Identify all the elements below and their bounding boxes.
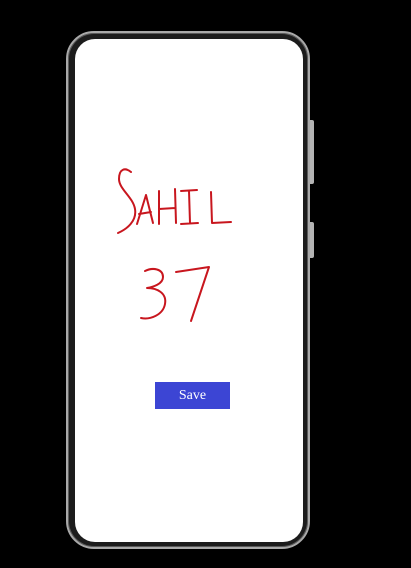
stroke-letter-h xyxy=(158,188,177,225)
stroke-letter-i xyxy=(180,189,199,225)
handwriting-37 xyxy=(140,266,210,322)
volume-button xyxy=(310,120,314,184)
handwritten-drawing xyxy=(117,168,232,322)
drawing-canvas[interactable] xyxy=(75,39,303,542)
stroke-letter-s xyxy=(117,168,137,234)
stroke-digit-3 xyxy=(140,268,167,320)
stroke-letter-a xyxy=(136,194,154,225)
stroke-letter-l xyxy=(210,191,232,224)
phone-screen: Save xyxy=(75,39,303,542)
stroke-digit-7 xyxy=(175,266,210,322)
power-button xyxy=(310,222,314,258)
handwriting-sahil xyxy=(117,168,232,234)
save-button[interactable]: Save xyxy=(155,382,230,409)
